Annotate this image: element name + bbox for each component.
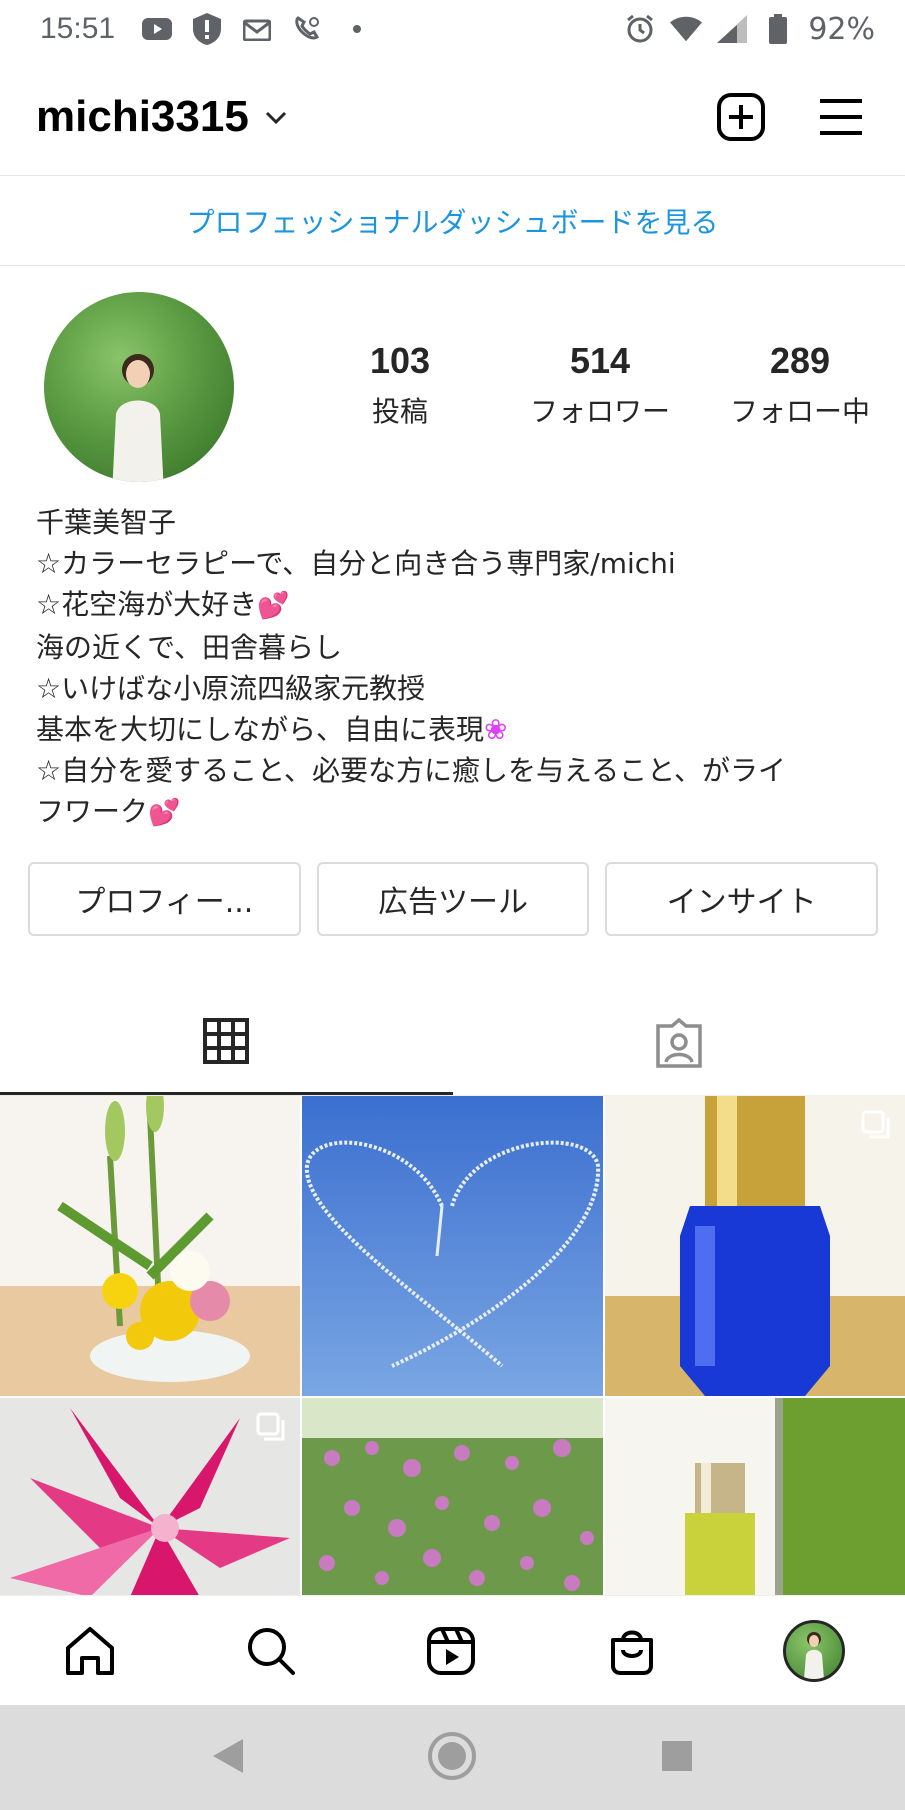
- professional-dashboard-bar: プロフェッショナルダッシュボードを見る: [0, 176, 905, 266]
- recents-icon[interactable]: [660, 1739, 694, 1777]
- dot-icon: [341, 13, 373, 45]
- post-thumbnail[interactable]: [302, 1096, 603, 1396]
- blue-bottle-image: [605, 1096, 905, 1396]
- search-icon[interactable]: [241, 1621, 301, 1681]
- post-thumbnail[interactable]: [605, 1398, 905, 1595]
- post-thumbnail[interactable]: [0, 1398, 300, 1595]
- add-post-icon[interactable]: [713, 89, 769, 145]
- profile-actions: プロフィー... 広告ツール インサイト: [28, 862, 879, 936]
- home-icon[interactable]: [60, 1621, 120, 1681]
- stat-label: 投稿: [371, 395, 428, 428]
- hearts-emoji: 💕: [257, 591, 290, 621]
- stat-value: 103: [369, 340, 431, 381]
- username[interactable]: michi3315: [36, 92, 249, 142]
- ad-tools-button[interactable]: 広告ツール: [316, 862, 590, 936]
- avatar-person-image: [803, 1631, 824, 1679]
- tab-tagged[interactable]: [453, 990, 905, 1095]
- bottom-navigation: [0, 1595, 905, 1705]
- pink-lily-image: [0, 1398, 300, 1595]
- tagged-icon: [656, 1017, 702, 1068]
- profile-bio: 千葉美智子 ☆カラーセラピーで、自分と向き合う専門家/michi ☆花空海が大好…: [36, 502, 886, 834]
- grid-icon: [203, 1018, 250, 1064]
- post-thumbnail[interactable]: [302, 1398, 603, 1595]
- alert-shield-icon: [191, 13, 223, 45]
- battery-percent: 92%: [808, 11, 875, 47]
- youtube-icon: [141, 13, 173, 45]
- flower-arrangement-image: [0, 1096, 300, 1396]
- bio-line: ☆いけばな小原流四級家元教授: [36, 672, 426, 705]
- flower-emoji: ❀: [484, 713, 508, 746]
- stat-followers[interactable]: 514 フォロワー: [500, 340, 700, 430]
- reels-icon[interactable]: [421, 1621, 481, 1681]
- battery-icon: [762, 13, 794, 45]
- profile-avatar[interactable]: [782, 1619, 845, 1682]
- stat-value: 514: [569, 340, 631, 381]
- back-icon[interactable]: [211, 1737, 245, 1779]
- system-navigation-bar: [0, 1705, 905, 1810]
- bio-line: ☆花空海が大好き💕: [36, 588, 290, 621]
- bio-line: フワーク💕: [36, 795, 181, 828]
- post-thumbnail[interactable]: [0, 1096, 300, 1396]
- bio-line: ☆カラーセラピーで、自分と向き合う専門家/michi: [36, 547, 676, 580]
- home-circle-icon[interactable]: [427, 1731, 477, 1785]
- profile-header: michi3315: [0, 58, 905, 176]
- status-bar: 15:51 92%: [0, 0, 905, 58]
- profile-avatar-large[interactable]: [44, 292, 234, 482]
- clock: 15:51: [40, 12, 116, 45]
- insights-button[interactable]: インサイト: [605, 862, 879, 936]
- bio-line: 海の近くで、田舎暮らし: [36, 631, 343, 664]
- profile-tabs: [0, 990, 905, 1096]
- professional-dashboard-link[interactable]: プロフェッショナルダッシュボードを見る: [186, 201, 718, 241]
- stat-value: 289: [769, 340, 831, 381]
- avatar-person-image: [112, 354, 164, 482]
- mail-icon: [241, 13, 273, 45]
- display-name: 千葉美智子: [36, 506, 177, 539]
- stat-label: フォロワー: [529, 395, 670, 428]
- bio-line: 基本を大切にしながら、自由に表現❀: [36, 713, 508, 746]
- signal-icon: [716, 13, 748, 45]
- posts-grid: [0, 1096, 905, 1595]
- shop-icon[interactable]: [602, 1621, 662, 1681]
- stat-posts[interactable]: 103 投稿: [300, 340, 500, 430]
- stat-following[interactable]: 289 フォロー中: [700, 340, 900, 430]
- post-thumbnail[interactable]: [605, 1096, 905, 1396]
- tab-grid[interactable]: [0, 990, 453, 1095]
- edit-profile-button[interactable]: プロフィー...: [28, 862, 301, 936]
- chevron-down-icon[interactable]: [263, 104, 289, 130]
- stat-label: フォロー中: [729, 395, 870, 428]
- multiple-photos-icon: [861, 1110, 890, 1139]
- sky-heart-image: [302, 1096, 603, 1396]
- bio-line: ☆自分を愛すること、必要な方に癒しを与えること、がライ: [36, 754, 787, 787]
- multiple-photos-icon: [256, 1412, 285, 1441]
- yellow-bottle-image: [605, 1398, 905, 1595]
- hearts-emoji: 💕: [148, 798, 181, 828]
- profile-stats: 103 投稿 514 フォロワー 289 フォロー中: [300, 340, 900, 430]
- alarm-icon: [624, 13, 656, 45]
- pink-flowers-bush-image: [302, 1398, 603, 1595]
- call-icon: [291, 13, 323, 45]
- menu-icon[interactable]: [813, 89, 869, 145]
- wifi-icon: [670, 13, 703, 45]
